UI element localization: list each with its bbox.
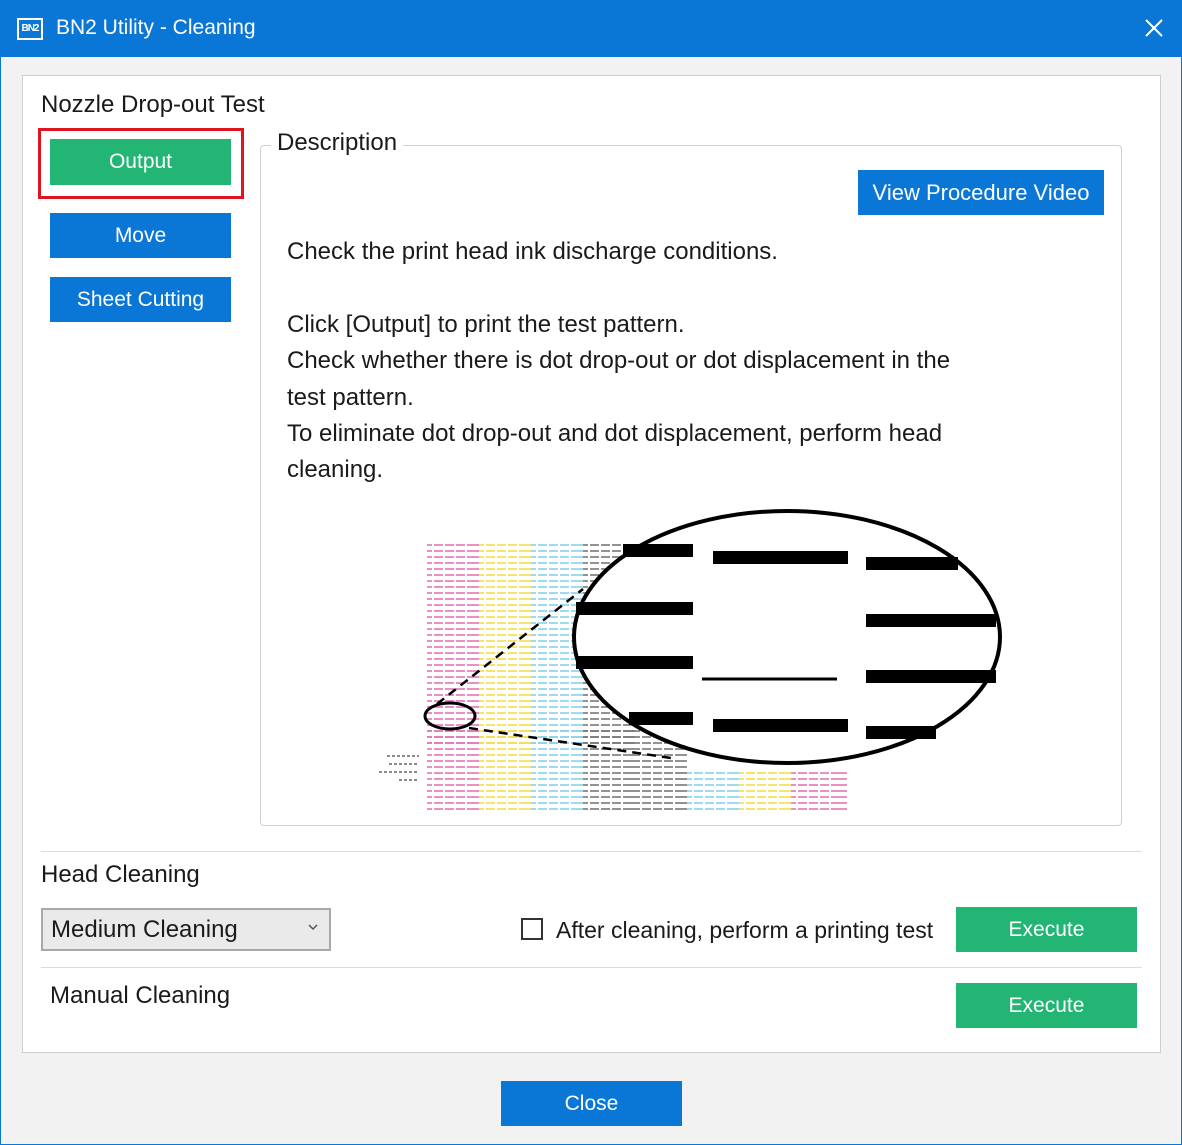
- manual-cleaning-title: Manual Cleaning: [50, 982, 231, 1009]
- section-divider: [41, 967, 1142, 968]
- move-button[interactable]: Move: [50, 213, 231, 258]
- description-line-6: cleaning.: [287, 456, 384, 483]
- head-cleaning-execute-button[interactable]: Execute: [956, 907, 1137, 952]
- description-line-2: Click [Output] to print the test pattern…: [287, 311, 685, 338]
- section-divider: [41, 851, 1142, 852]
- head-cleaning-title: Head Cleaning: [41, 861, 200, 888]
- close-icon[interactable]: [1139, 13, 1169, 43]
- window-title: BN2 Utility - Cleaning: [56, 16, 256, 39]
- print-test-checkbox[interactable]: [521, 918, 543, 940]
- cleaning-window: BN2 BN2 Utility - Cleaning Nozzle Drop-o…: [0, 0, 1182, 1145]
- title-bar: BN2 BN2 Utility - Cleaning: [1, 1, 1181, 57]
- print-test-checkbox-label: After cleaning, perform a printing test: [556, 917, 934, 943]
- sheet-cutting-button[interactable]: Sheet Cutting: [50, 277, 231, 322]
- close-button[interactable]: Close: [501, 1081, 682, 1126]
- description-line-5: To eliminate dot drop-out and dot displa…: [287, 420, 943, 447]
- description-line-3: Check whether there is dot drop-out or d…: [287, 347, 951, 374]
- cleaning-mode-dropdown[interactable]: Medium Cleaning: [41, 908, 331, 951]
- description-legend: Description: [271, 129, 404, 157]
- cleaning-mode-value: Medium Cleaning: [51, 916, 238, 943]
- chevron-down-icon: [308, 924, 318, 931]
- view-procedure-video-button[interactable]: View Procedure Video: [858, 170, 1104, 215]
- test-pattern-magnifier-icon: [379, 509, 1002, 810]
- description-line-1: Check the print head ink discharge condi…: [287, 238, 778, 265]
- app-icon: BN2: [17, 18, 43, 40]
- description-line-4: test pattern.: [287, 384, 414, 411]
- nozzle-test-title: Nozzle Drop-out Test: [41, 91, 265, 118]
- manual-cleaning-execute-button[interactable]: Execute: [956, 983, 1137, 1028]
- output-button[interactable]: Output: [50, 139, 231, 185]
